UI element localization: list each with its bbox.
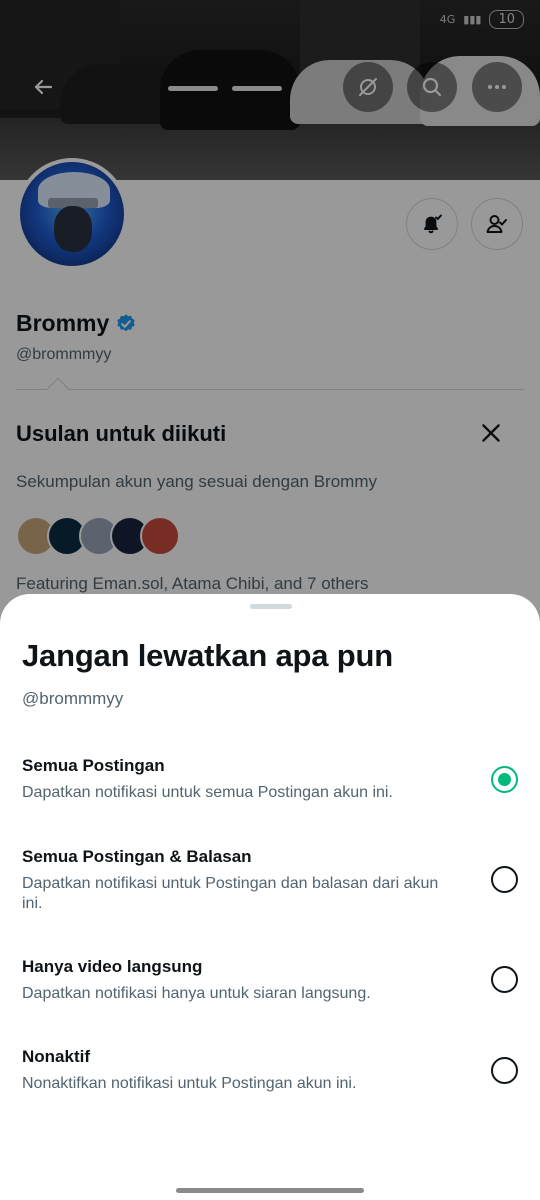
radio-unselected[interactable]	[491, 966, 518, 993]
option-title: Nonaktif	[22, 1047, 90, 1066]
option-description: Dapatkan notifikasi untuk Postingan dan …	[22, 875, 439, 912]
sheet-title: Jangan lewatkan apa pun	[22, 638, 393, 673]
notification-settings-sheet: Jangan lewatkan apa pun @brommmyy Semua …	[0, 594, 540, 1200]
option-posts-and-replies[interactable]: Semua Postingan & Balasan Dapatkan notif…	[0, 847, 540, 917]
sheet-grabber[interactable]	[250, 604, 292, 609]
option-title: Hanya video langsung	[22, 957, 203, 976]
option-description: Dapatkan notifikasi hanya untuk siaran l…	[22, 985, 371, 1002]
radio-unselected[interactable]	[491, 866, 518, 893]
option-title: Semua Postingan	[22, 756, 165, 775]
radio-unselected[interactable]	[491, 1057, 518, 1084]
sheet-handle: @brommmyy	[22, 689, 124, 708]
option-off[interactable]: Nonaktif Nonaktifkan notifikasi untuk Po…	[0, 1047, 540, 1097]
option-live-video-only[interactable]: Hanya video langsung Dapatkan notifikasi…	[0, 957, 540, 1007]
radio-selected[interactable]	[491, 766, 518, 793]
option-all-posts[interactable]: Semua Postingan Dapatkan notifikasi untu…	[0, 756, 540, 806]
option-description: Dapatkan notifikasi untuk semua Postinga…	[22, 784, 393, 801]
home-indicator[interactable]	[176, 1188, 364, 1193]
option-title: Semua Postingan & Balasan	[22, 847, 252, 866]
option-description: Nonaktifkan notifikasi untuk Postingan a…	[22, 1075, 357, 1092]
